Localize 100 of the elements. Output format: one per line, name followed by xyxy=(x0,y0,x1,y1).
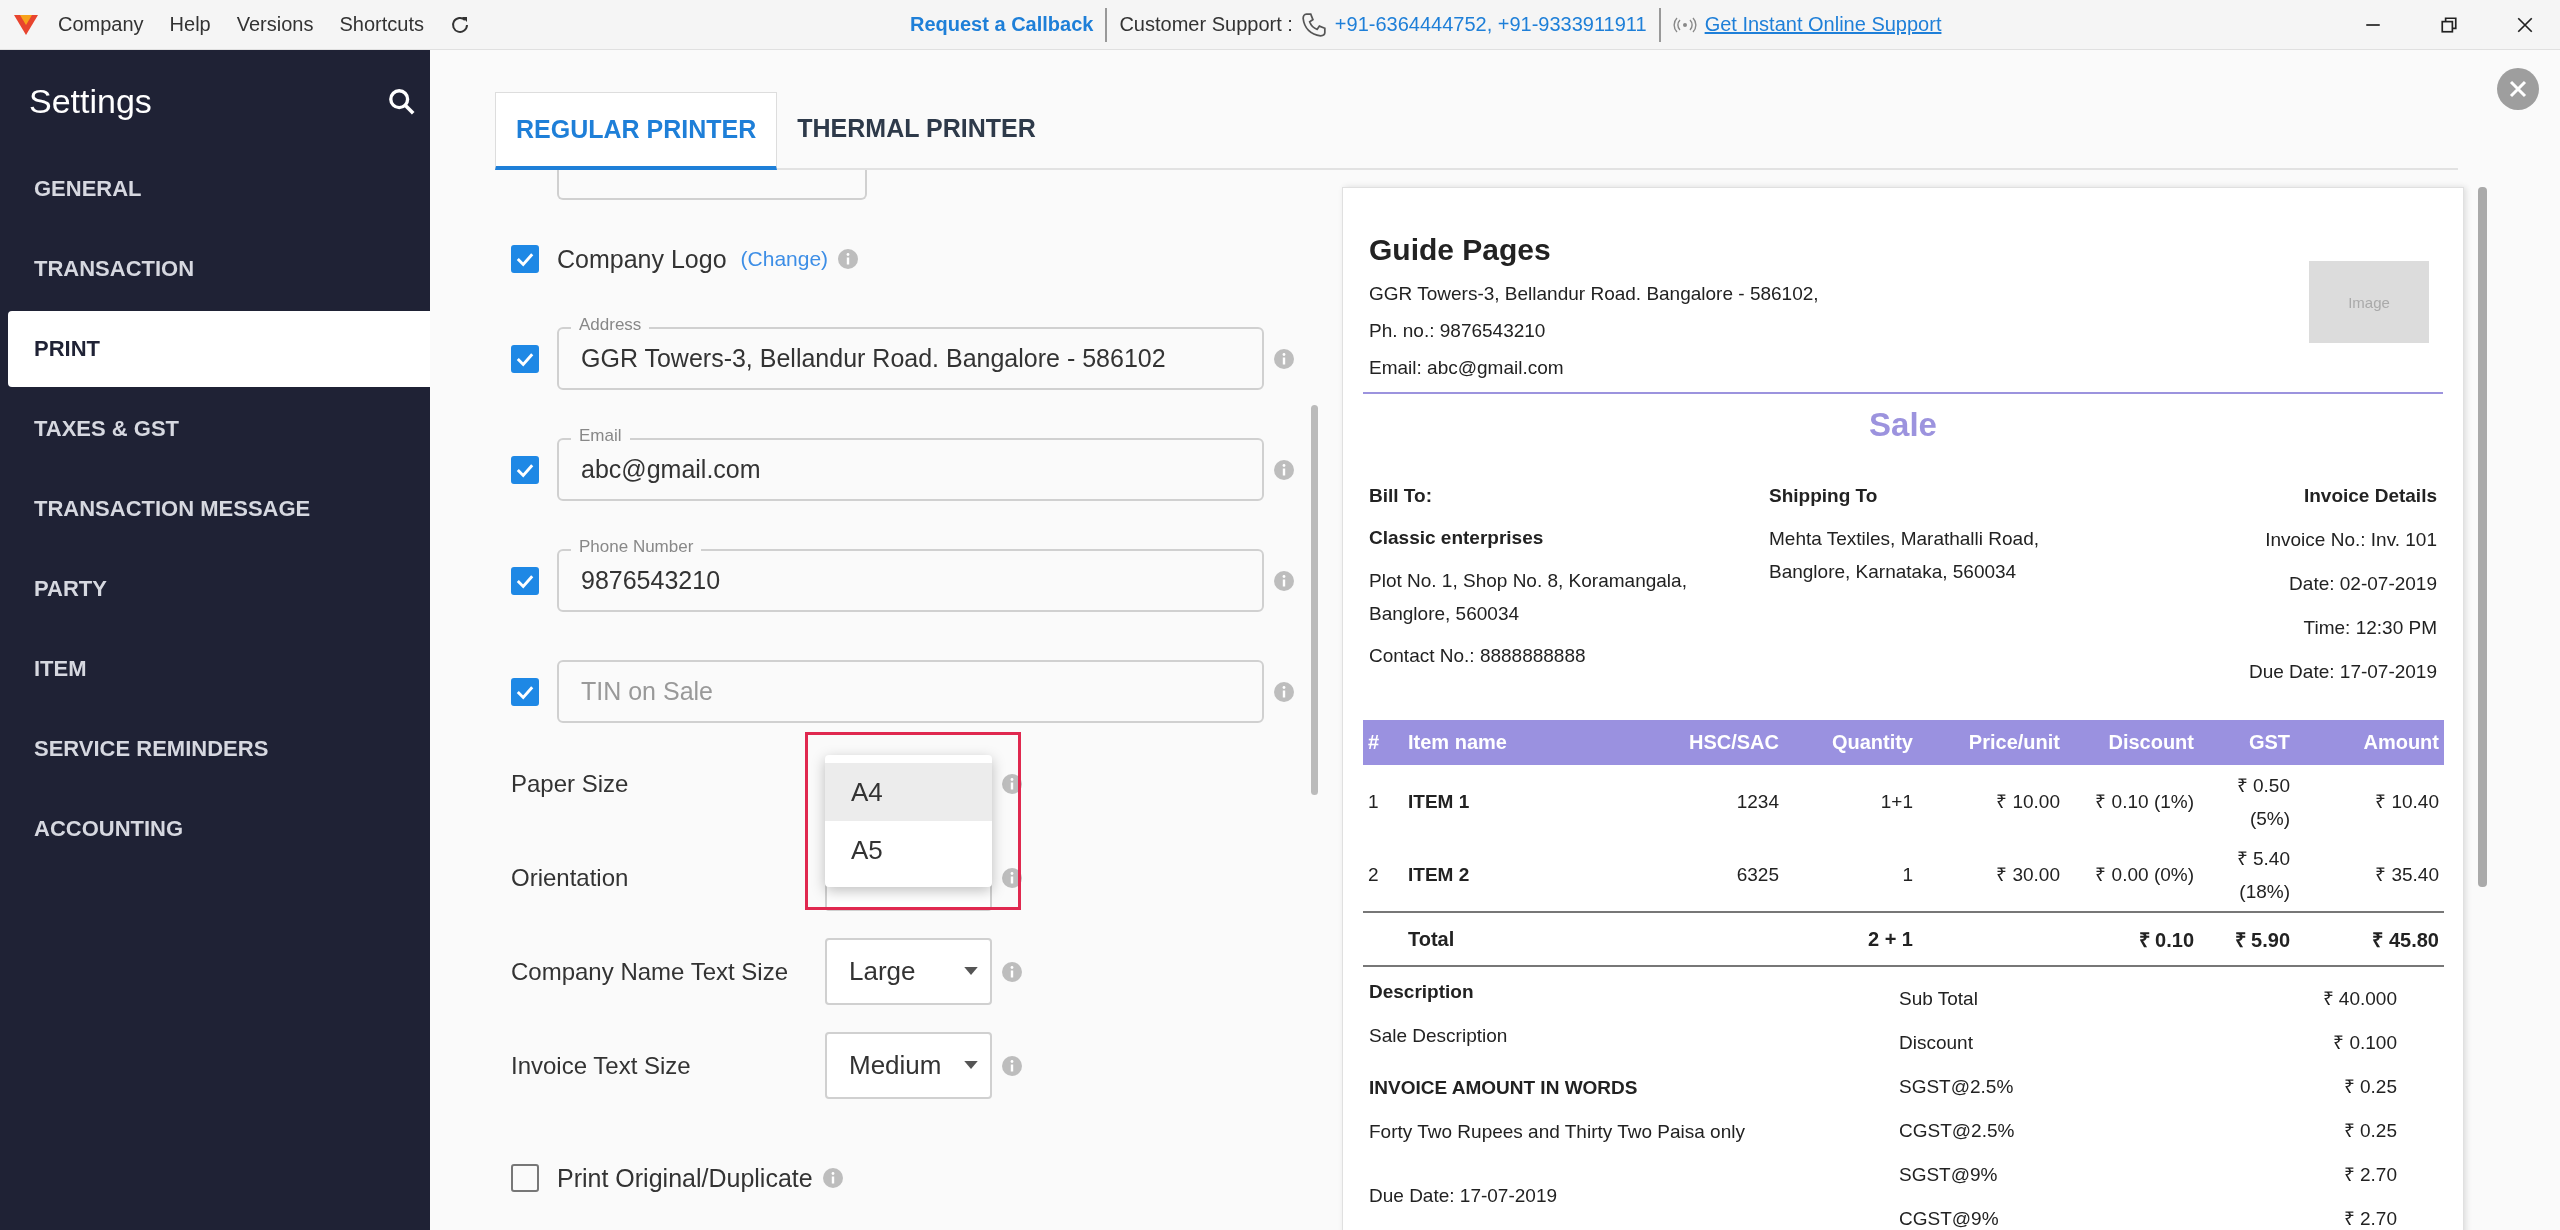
info-icon xyxy=(838,249,859,269)
column-header: HSC/SAC xyxy=(1663,720,1784,765)
table-cell: ₹ 5.90 xyxy=(2234,928,2290,951)
column-header: Item name xyxy=(1403,720,1663,765)
sidebar-item[interactable]: ITEM xyxy=(8,631,430,707)
sidebar-item[interactable]: TRANSACTION xyxy=(8,231,430,307)
summary-label: SGST@9% xyxy=(1899,1163,1998,1187)
table-cell: 2 xyxy=(1368,864,1379,885)
sidebar-item[interactable]: GENERAL xyxy=(8,151,430,227)
sidebar-item[interactable]: PARTY xyxy=(8,551,430,627)
description-text: Sale Description xyxy=(1369,1024,1509,1048)
section-heading: Invoice Details xyxy=(2302,484,2437,508)
table-cell: 6325 xyxy=(1736,864,1779,885)
company-name: Guide Pages xyxy=(1369,233,1552,267)
input-field[interactable]: TIN on Sale xyxy=(557,660,1264,723)
invoice-detail: Invoice No.: Inv. 101 xyxy=(2264,528,2437,552)
setting-label: Paper Size xyxy=(511,769,630,798)
table-cell: 1+1 xyxy=(1880,791,1913,812)
menu-item[interactable]: Company xyxy=(58,13,144,36)
summary-amount: ₹ 2.70 xyxy=(2343,1163,2397,1187)
sidebar-item[interactable]: SERVICE REMINDERS xyxy=(8,711,430,787)
summary-amount: ₹ 40.000 xyxy=(2322,987,2397,1011)
sidebar-item[interactable]: TRANSACTION MESSAGE xyxy=(8,471,430,547)
sidebar-item[interactable]: ACCOUNTING xyxy=(8,791,430,867)
sidebar-title: Settings xyxy=(29,82,152,121)
summary-amount: ₹ 2.70 xyxy=(2343,1207,2397,1230)
checkbox-label: Print Original/Duplicate xyxy=(557,1163,813,1193)
customer-address: Plot No. 1, Shop No. 8, Koramangala, Banglore, 560034 xyxy=(1369,569,1688,626)
invoice-detail: Date: 02-07-2019 xyxy=(2288,572,2437,596)
table-cell: 1 xyxy=(1368,791,1379,812)
callback-link[interactable]: Request a Callback xyxy=(910,13,1094,36)
section-heading: Shipping To xyxy=(1769,484,1879,508)
info-icon xyxy=(1274,570,1294,591)
column-header: Price/unit xyxy=(1918,720,2065,765)
summary-amount: ₹ 0.25 xyxy=(2343,1075,2397,1099)
online-support-link[interactable]: Get Instant Online Support xyxy=(1704,13,1942,36)
scrollbar[interactable] xyxy=(2478,187,2487,887)
info-icon xyxy=(1002,867,1022,888)
info-icon xyxy=(1274,459,1294,480)
menu-item[interactable]: Shortcuts xyxy=(339,13,424,36)
section-heading: Description xyxy=(1369,980,1475,1004)
total-label: Total xyxy=(1408,927,1455,950)
tab[interactable]: REGULAR PRINTER xyxy=(495,92,778,170)
refresh-icon[interactable] xyxy=(449,14,470,35)
table-cell: 1234 xyxy=(1736,791,1779,812)
phone-icon xyxy=(1300,11,1327,38)
checkbox[interactable] xyxy=(511,344,539,373)
checkbox[interactable] xyxy=(511,677,539,706)
broadcast-icon xyxy=(1672,16,1697,33)
menu-option[interactable]: A4 xyxy=(825,763,992,821)
table-cell: ₹ 10.00 xyxy=(1996,791,2060,812)
checkbox[interactable] xyxy=(511,566,539,595)
text-field[interactable] xyxy=(557,170,867,200)
table-cell: 2 + 1 xyxy=(1867,927,1913,950)
company-address: GGR Towers-3, Bellandur Road. Bangalore - 586102, xyxy=(1369,282,1819,306)
section-heading: Bill To: xyxy=(1369,484,1433,508)
table-cell: ₹ 45.80 xyxy=(2372,928,2439,951)
dropdown[interactable]: Medium xyxy=(825,1032,992,1099)
menu-item[interactable]: Help xyxy=(169,13,211,36)
summary-label: Discount xyxy=(1899,1031,1973,1055)
menu-option[interactable]: A5 xyxy=(825,821,992,879)
search-icon[interactable] xyxy=(388,87,416,116)
checkbox[interactable] xyxy=(511,245,539,273)
table-cell: ₹ 10.40 xyxy=(2375,791,2439,812)
table-cell: ₹ 0.50 (5%) xyxy=(2236,774,2290,829)
company-phone: Ph. no.: 9876543210 xyxy=(1369,319,1547,343)
checkbox[interactable] xyxy=(511,1164,539,1192)
table-cell: ₹ 0.10 xyxy=(2138,928,2194,951)
summary-label: Sub Total xyxy=(1899,987,1978,1011)
table-cell: ITEM 1 xyxy=(1408,791,1470,812)
sidebar-item[interactable]: PRINT xyxy=(8,311,430,387)
due-date: Due Date: 17-07-2019 xyxy=(1369,1184,1558,1208)
setting-label: Company Name Text Size xyxy=(511,957,789,986)
summary-label: CGST@2.5% xyxy=(1899,1119,2015,1143)
table-cell: ₹ 0.00 (0%) xyxy=(2095,864,2194,885)
info-icon xyxy=(1002,1055,1022,1076)
invoice-title: Sale xyxy=(1868,406,1938,444)
maximize-icon[interactable] xyxy=(2440,15,2458,34)
summary-amount: ₹ 0.100 xyxy=(2333,1031,2397,1055)
invoice-detail: Due Date: 17-07-2019 xyxy=(2248,660,2437,684)
sidebar-item[interactable]: TAXES & GST xyxy=(8,391,430,467)
table-cell: ₹ 30.00 xyxy=(1996,864,2060,885)
column-header: Discount xyxy=(2065,720,2199,765)
close-icon[interactable] xyxy=(2516,15,2534,34)
column-header: # xyxy=(1363,720,1403,765)
dropdown[interactable]: Large xyxy=(825,938,992,1005)
customer-name: Classic enterprises xyxy=(1369,526,1545,550)
table-cell: ₹ 0.10 (1%) xyxy=(2095,791,2194,812)
menu-item[interactable]: Versions xyxy=(236,13,314,36)
phone-numbers[interactable]: +91-6364444752, +91-9333911911 xyxy=(1334,13,1647,36)
tab[interactable]: THERMAL PRINTER xyxy=(777,92,1056,170)
shipping-address: Mehta Textiles, Marathalli Road, Banglore, Karnataka, 560034 xyxy=(1769,527,2040,584)
info-icon xyxy=(1274,348,1294,369)
column-header: GST xyxy=(2199,720,2295,765)
scrollbar[interactable] xyxy=(1311,405,1318,795)
summary-label: SGST@2.5% xyxy=(1899,1075,2014,1099)
section-heading: INVOICE AMOUNT IN WORDS xyxy=(1369,1076,1639,1100)
checkbox[interactable] xyxy=(511,455,539,484)
column-header: Amount xyxy=(2295,720,2444,765)
close-button[interactable] xyxy=(2497,68,2539,110)
